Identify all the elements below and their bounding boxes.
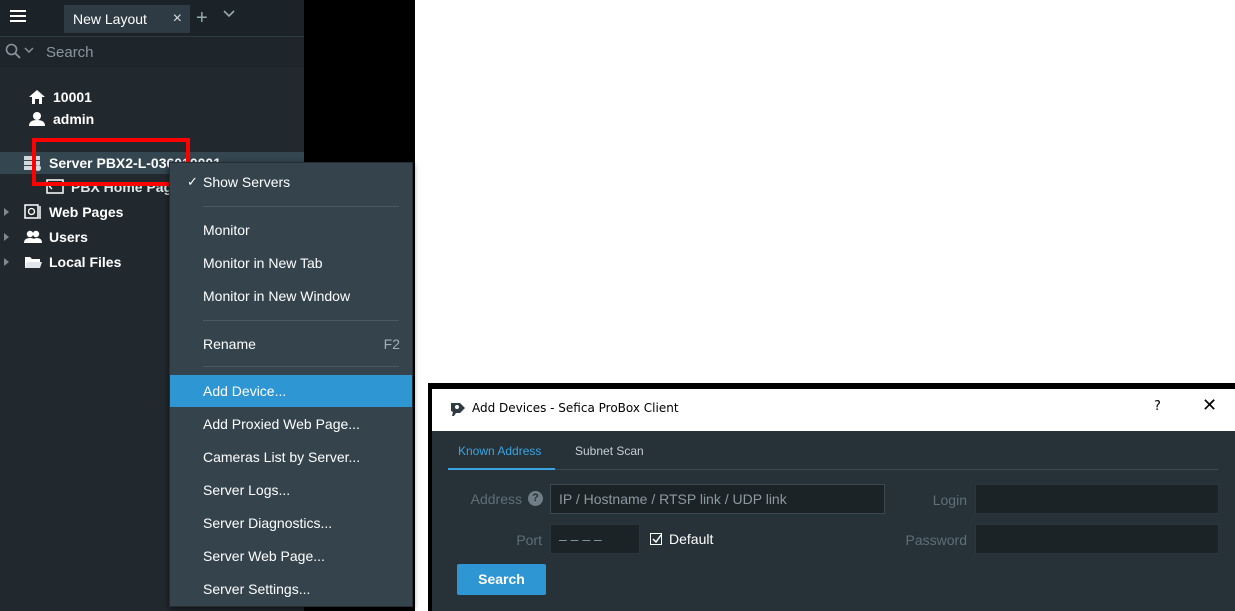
close-icon[interactable]: ✕ [1202,395,1217,416]
menu-item-label: Server Diagnostics... [203,515,333,531]
search-row [0,37,304,67]
menu-item-server-settings[interactable]: Server Settings... [170,573,412,605]
password-input[interactable] [975,524,1219,554]
active-tab-indicator [448,468,555,470]
tree-label: 10001 [53,89,92,105]
help-icon[interactable]: ? [1154,399,1161,414]
menu-separator [203,366,399,367]
dialog-titlebar[interactable]: Add Devices - Sefica ProBox Client ? ✕ [432,389,1235,431]
menu-item-label: Server Logs... [203,482,291,498]
camera-icon [451,403,465,416]
top-bar: New Layout × + [0,0,304,37]
menu-separator [203,320,399,321]
tab-known-address[interactable]: Known Address [458,444,541,458]
client-window: New Layout × + 10001 admin Server PBX2-L… [0,0,415,611]
menu-item-show-servers[interactable]: ✓ Show Servers [170,166,412,198]
menu-item-label: Add Proxied Web Page... [203,416,360,432]
menu-item-server-logs[interactable]: Server Logs... [170,474,412,506]
chevron-down-icon[interactable] [222,7,236,21]
tree-label: Users [49,229,88,245]
menu-item-label: Server Web Page... [203,548,325,564]
expand-arrow-icon[interactable] [4,258,9,266]
address-input[interactable] [550,484,885,514]
menu-item-label: Rename [203,336,256,352]
dialog-body: Known Address Subnet Scan Address ? Port… [432,431,1235,611]
menu-item-label: Add Device... [203,383,287,399]
tab-divider [448,469,1218,470]
menu-item-add-proxied-web-page[interactable]: Add Proxied Web Page... [170,408,412,440]
expand-arrow-icon[interactable] [4,233,9,241]
menu-item-monitor[interactable]: Monitor [170,214,412,246]
search-icon[interactable] [5,43,21,59]
login-label: Login [932,492,967,508]
tab-subnet-scan[interactable]: Subnet Scan [575,444,644,458]
menu-separator [203,206,399,207]
expand-arrow-icon[interactable] [4,208,9,216]
default-port-checkbox[interactable]: Default [650,531,713,547]
chevron-down-icon[interactable] [24,45,34,55]
tree-label: Local Files [49,254,122,270]
menu-item-shortcut: F2 [383,336,400,352]
menu-item-label: Monitor in New Window [203,288,351,304]
context-menu: ✓ Show Servers Monitor Monitor in New Ta… [169,162,413,607]
menu-item-label: Server Settings... [203,581,311,597]
menu-item-cameras-list[interactable]: Cameras List by Server... [170,441,412,473]
add-tab-icon[interactable]: + [196,4,208,32]
port-label: Port [516,532,542,548]
menu-item-server-diagnostics[interactable]: Server Diagnostics... [170,507,412,539]
checkmark-icon: ✓ [187,174,198,189]
login-input[interactable] [975,484,1219,514]
web-page-icon [24,204,41,219]
menu-item-label: Monitor in New Tab [203,255,323,271]
folder-icon [25,257,42,268]
tree-label: admin [53,111,95,127]
help-icon[interactable]: ? [528,491,543,506]
menu-item-label: Cameras List by Server... [203,449,361,465]
default-label: Default [669,531,714,547]
menu-item-monitor-new-window[interactable]: Monitor in New Window [170,280,412,312]
home-icon [29,90,45,104]
users-icon [24,230,42,243]
menu-icon[interactable] [10,10,26,26]
search-input[interactable] [46,41,286,63]
menu-item-label: Monitor [203,222,250,238]
password-label: Password [905,532,967,548]
menu-item-label: Show Servers [203,174,291,190]
menu-item-server-web-page[interactable]: Server Web Page... [170,540,412,572]
checkbox-icon [650,533,662,545]
menu-item-rename[interactable]: Rename F2 [170,328,412,360]
port-input[interactable] [550,524,640,554]
menu-item-monitor-new-tab[interactable]: Monitor in New Tab [170,247,412,279]
search-button[interactable]: Search [457,564,546,595]
address-label: Address [470,491,522,507]
user-icon [29,112,45,126]
tab-new-layout[interactable]: New Layout × [64,5,190,33]
close-icon[interactable]: × [173,5,182,33]
menu-item-add-device[interactable]: Add Device... [170,375,412,407]
annotation-highlight-box [32,138,190,186]
dialog-title: Add Devices - Sefica ProBox Client [472,401,679,415]
tab-label: New Layout [73,11,147,27]
tree-label: Web Pages [49,204,124,220]
